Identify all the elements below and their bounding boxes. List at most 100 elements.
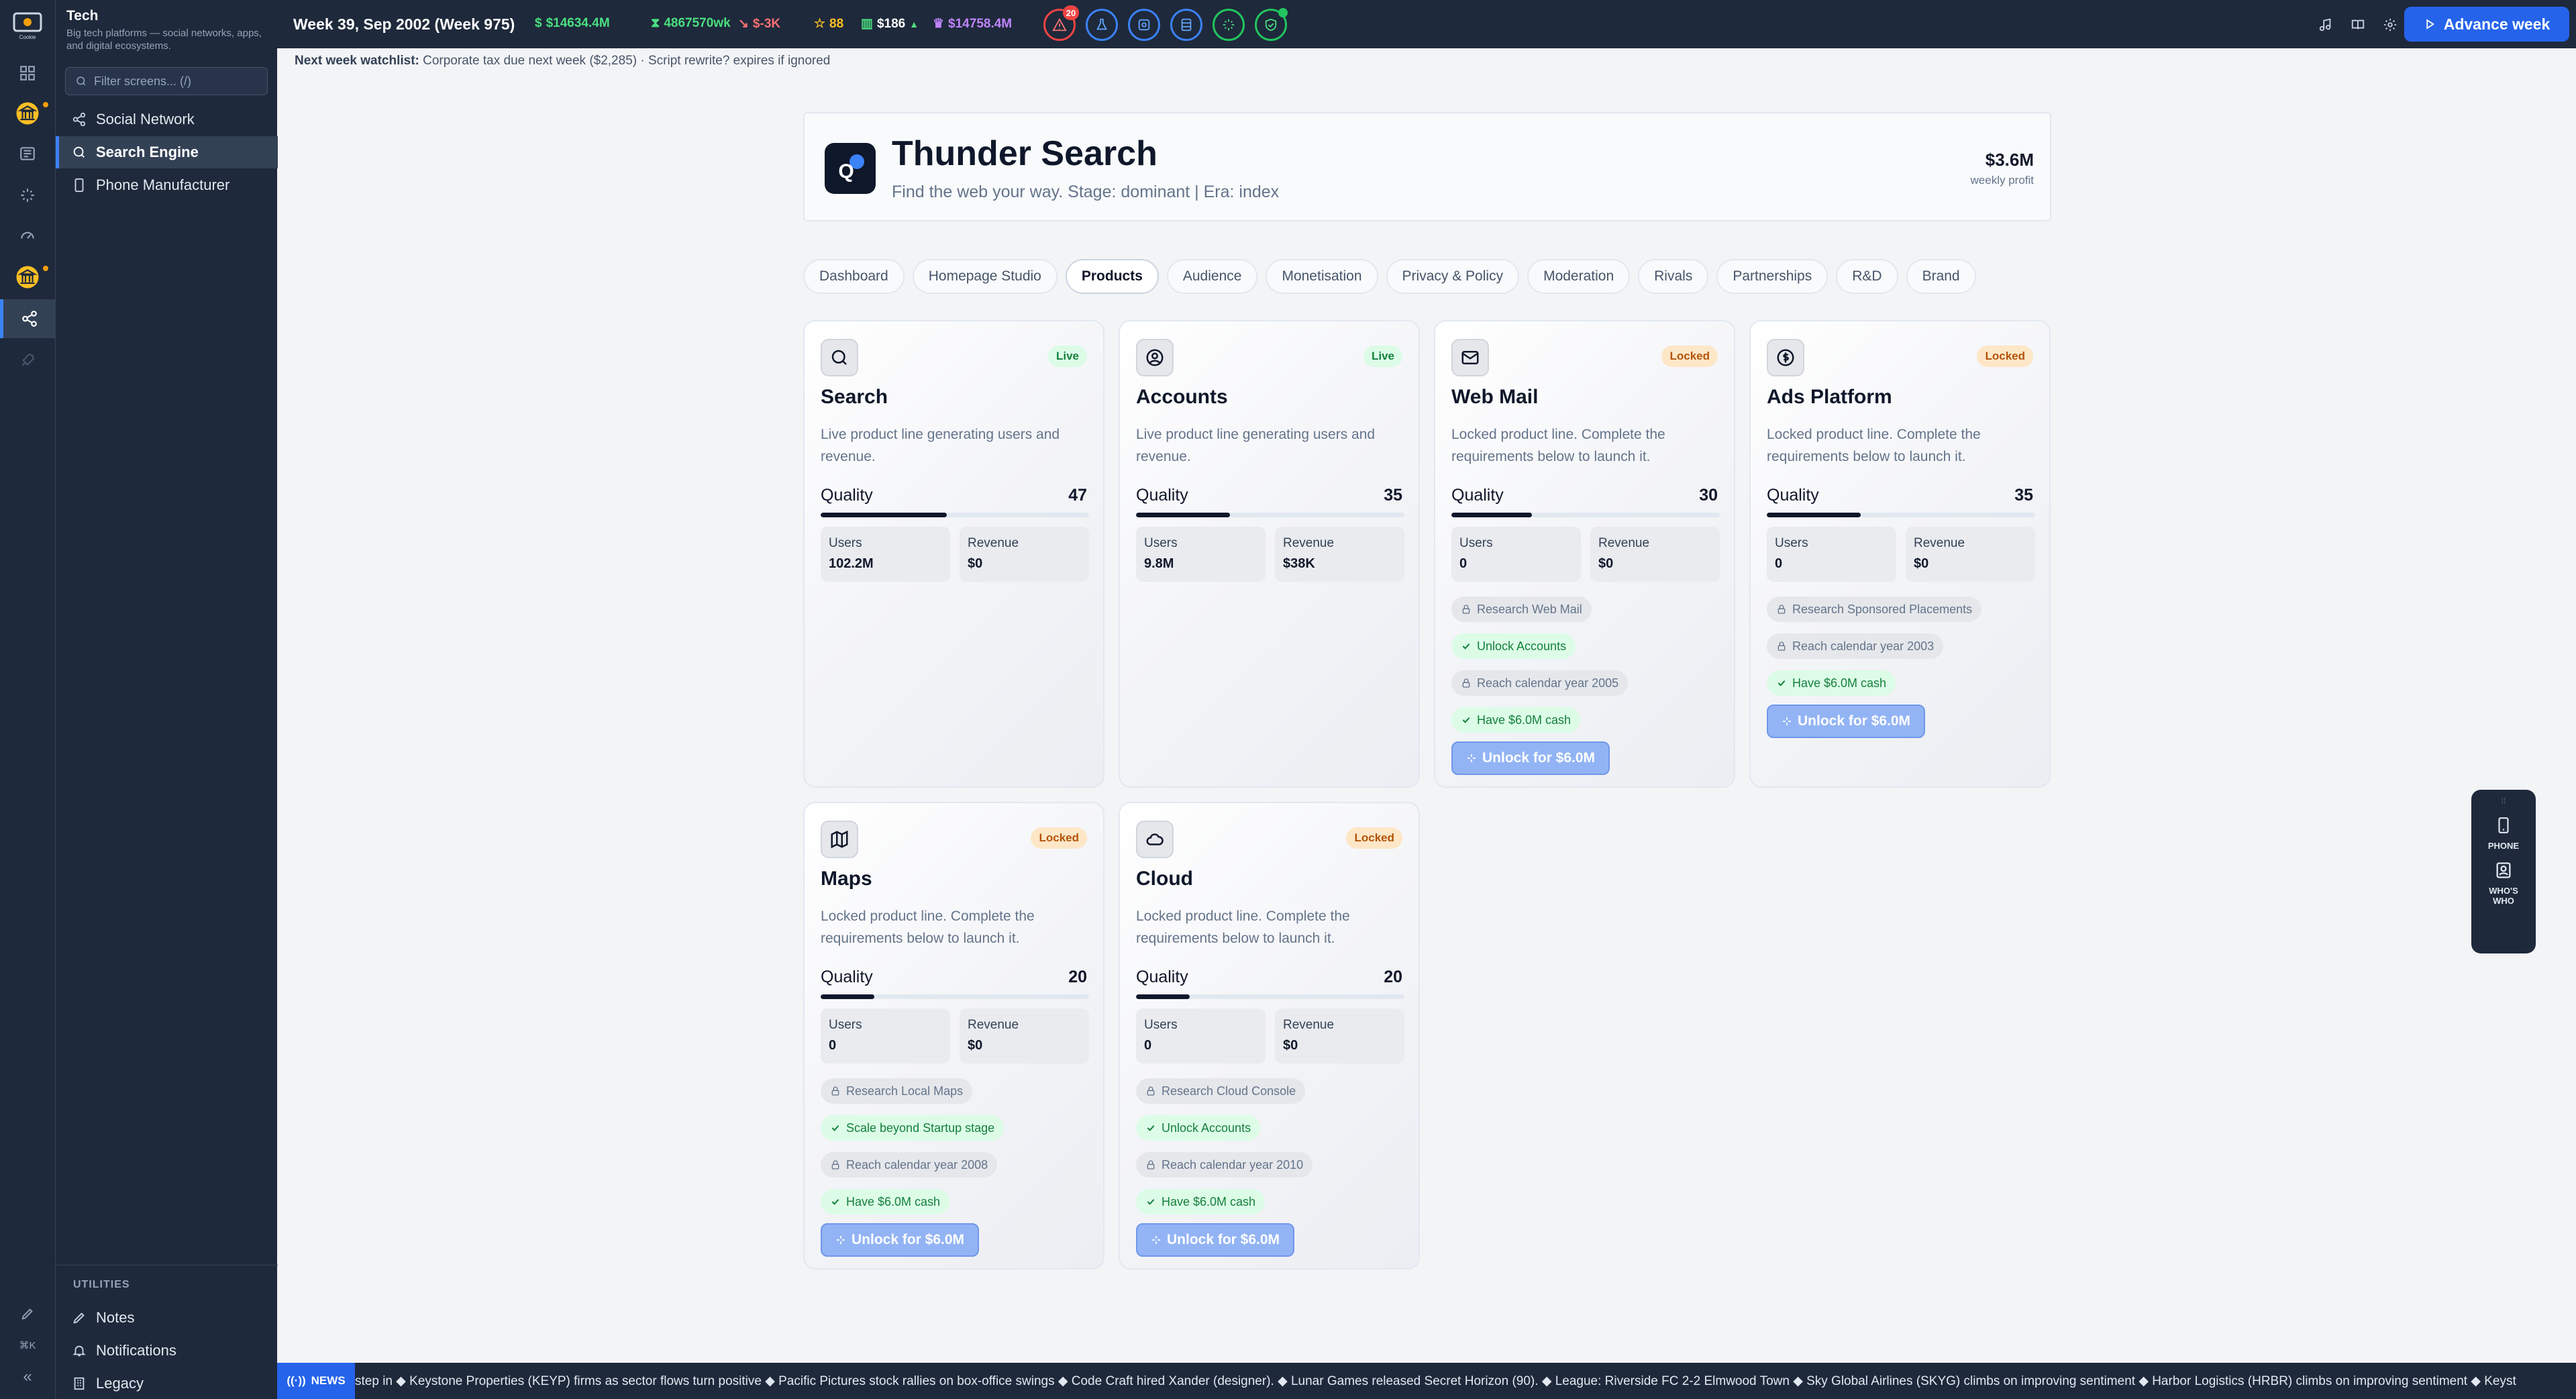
music-icon[interactable] [2314,13,2337,36]
revenue-label: Revenue [1283,1018,1335,1032]
requirement-text: Have $6.0M cash [846,1194,941,1208]
advance-week-button[interactable]: Advance week [2404,7,2569,42]
product-card-accounts: Live Accounts Live product line generating… [1119,320,1420,788]
section-subtitle: Big tech platforms — social networks, ap… [66,28,262,52]
users-value: 0 [1459,556,1467,571]
quality-fill [1767,513,1861,517]
utility-legacy[interactable]: Legacy [72,1369,144,1398]
unlock-button[interactable]: Unlock for $6.0M [1136,1223,1295,1257]
rail-dashboard-icon[interactable] [0,54,55,93]
rail-rocket-icon[interactable] [0,341,55,380]
sparkle-button[interactable] [1213,9,1245,41]
flask-button[interactable] [1086,9,1118,41]
rail-bank2-icon[interactable] [0,258,55,297]
whos-who-label: WHO'S WHO [2489,886,2518,906]
search-icon [76,76,86,86]
news-label[interactable]: ((·)) NEWS [277,1363,355,1399]
settings-gear-icon[interactable] [2379,13,2402,36]
utility-notes[interactable]: Notes [72,1303,134,1333]
unlock-button[interactable]: Unlock for $6.0M [1767,705,1926,738]
command-shortcut[interactable]: ⌘K [8,1332,47,1359]
section-title: Tech [66,8,99,23]
users-stat-box: Users 9.8M [1136,527,1266,582]
stock-value: $186 [876,16,906,31]
whos-who-button[interactable]: WHO'S WHO [2483,860,2524,906]
tab-privacy-policy[interactable]: Privacy & Policy [1386,259,1520,294]
sidebar-item-social-network[interactable]: Social Network [56,103,278,136]
hourly-value: 4867570wk [664,16,731,30]
radio-icon: ((·)) [287,1374,306,1387]
shield-button[interactable] [1255,8,1288,41]
product-card-ads-platform: Locked Ads Platform Locked product line. C… [1749,320,2051,788]
users-label: Users [829,536,862,550]
tab-rnd[interactable]: R&D [1836,259,1898,294]
requirement-chip: Research Web Mail [1451,597,1592,622]
users-value: 0 [1144,1038,1152,1053]
quality-fill [1136,994,1190,999]
filter-screens-input[interactable]: Filter screens... (/) [65,67,268,95]
tab-moderation[interactable]: Moderation [1527,259,1631,294]
requirement-chip: Reach calendar year 2008 [821,1152,998,1178]
product-card-maps: Locked Maps Locked product line. Complete … [803,802,1104,1270]
search-icon [821,339,858,376]
tab-products[interactable]: Products [1065,259,1159,294]
tab-audience[interactable]: Audience [1166,259,1258,294]
lock-icon [1147,1086,1155,1096]
sidebar-item-phone-manufacturer[interactable]: Phone Manufacturer [56,169,278,201]
quality-label: Quality [821,968,873,986]
sidebar-item-label: Search Engine [96,144,199,160]
utility-notifications[interactable]: Notifications [72,1336,176,1365]
bell-icon [72,1345,86,1357]
revenue-value: $0 [1914,556,1929,571]
quality-bar [821,994,1089,999]
rail-share-icon[interactable] [0,299,55,338]
tab-partnerships[interactable]: Partnerships [1716,259,1828,294]
tab-rivals[interactable]: Rivals [1638,259,1709,294]
utilities-heading: UTILITIES [73,1279,130,1290]
networth-stat: ♛ $14758.4M [933,16,1012,32]
rail-news-icon[interactable] [0,134,55,173]
product-description: Locked product line. Complete the requir… [1767,427,1981,464]
tab-dashboard[interactable]: Dashboard [803,259,905,294]
news-label-text: NEWS [311,1374,346,1387]
requirement-chip: Have $6.0M cash [1136,1189,1266,1214]
revenue-label: Revenue [1598,536,1650,550]
tab-homepage-studio[interactable]: Homepage Studio [912,259,1058,294]
requirement-text: Reach calendar year 2005 [1477,676,1619,690]
quality-fill [1136,513,1230,517]
product-name: Maps [821,868,872,890]
target-button[interactable] [1128,9,1160,41]
users-stat-box: Users 0 [1136,1008,1266,1064]
phone-widget-button[interactable]: PHONE [2488,815,2519,851]
status-badge: Locked [1661,346,1718,367]
collapse-icon[interactable]: « [8,1363,47,1390]
sparkle-icon [1783,717,1791,725]
check-icon [1778,680,1786,686]
product-name: Ads Platform [1767,386,1892,408]
unlock-button[interactable]: Unlock for $6.0M [1451,741,1610,775]
alerts-button[interactable]: 20 [1043,5,1079,41]
book-icon[interactable] [2347,13,2369,36]
film-button[interactable] [1170,9,1202,41]
unlock-label: Unlock for $6.0M [852,1232,965,1247]
stock-stat: ▥ $186 ▲ [861,16,919,32]
revenue-stat-box: Revenue $38K [1275,527,1404,582]
sidebar-item-search-engine[interactable]: Search Engine [56,136,278,168]
tab-brand[interactable]: Brand [1906,259,1976,294]
rail-gauge-icon[interactable] [0,216,55,255]
drag-handle-icon[interactable]: ⁞⁞ [2502,796,2506,806]
rail-sparkle-icon[interactable] [0,176,55,215]
app-logo[interactable]: Cookie [5,9,50,44]
dollar-icon: $ [535,16,542,30]
tab-monetisation[interactable]: Monetisation [1266,259,1378,294]
users-label: Users [1459,536,1493,550]
rail-bank-icon[interactable] [0,94,55,133]
unlock-label: Unlock for $6.0M [1798,713,1911,729]
unlock-button[interactable]: Unlock for $6.0M [821,1223,980,1257]
rail-pencil-icon[interactable] [8,1300,47,1327]
cloud-icon [1136,821,1174,858]
lock-icon [1778,605,1786,614]
requirement-chip: Reach calendar year 2003 [1767,633,1944,659]
quality-label: Quality [1136,968,1188,986]
users-stat-box: Users 0 [1451,527,1581,582]
